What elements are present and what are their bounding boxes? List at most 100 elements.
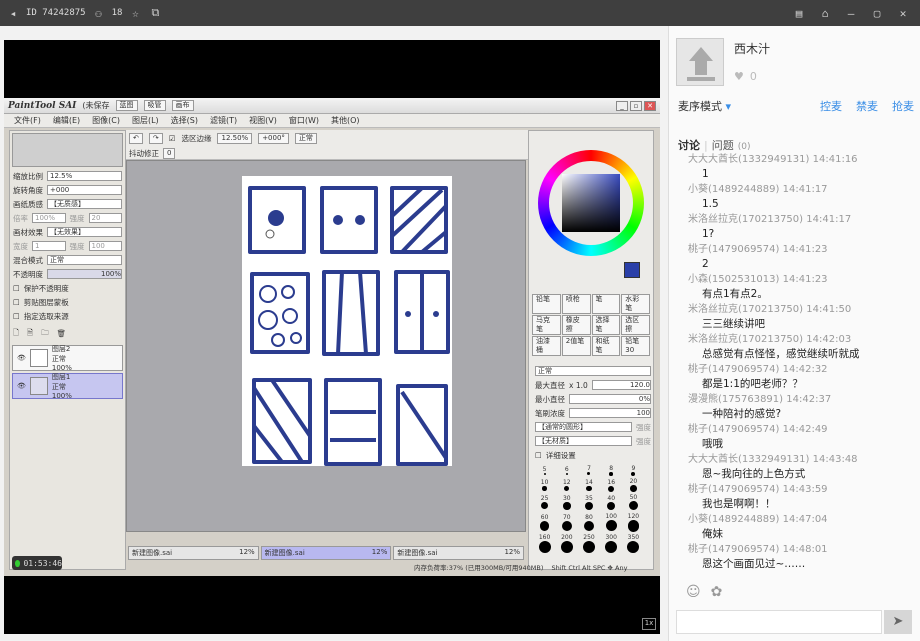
doc-tab[interactable]: 新建图像.sai 12% <box>128 546 259 560</box>
density-field[interactable]: 100 <box>569 408 651 418</box>
brush-size-option[interactable]: 5 <box>534 464 555 477</box>
menu-edit[interactable]: 编辑(E) <box>53 115 80 126</box>
brush-size-option[interactable]: 30 <box>556 494 577 512</box>
doc-tab[interactable]: 新建图像.sai 12% <box>393 546 525 560</box>
brush-size-option[interactable]: 14 <box>578 478 599 493</box>
menu-image[interactable]: 图像(C) <box>92 115 120 126</box>
rotation-select[interactable]: +000° <box>258 132 289 144</box>
brush-bucket[interactable]: 油漆桶 <box>532 336 561 356</box>
delete-layer-icon[interactable]: 🗑 <box>57 329 67 338</box>
layer-row[interactable]: 👁 图层2 正常 100% <box>12 345 123 372</box>
doc-tab-active[interactable]: 新建图像.sai 12% <box>260 546 392 560</box>
chat-user[interactable]: 米洛丝拉克(170213750) <box>688 214 803 225</box>
sai-close-icon[interactable]: ✕ <box>644 100 656 111</box>
star-icon[interactable]: ☆ <box>128 6 142 20</box>
brush-washi[interactable]: 和纸笔 <box>591 336 621 356</box>
menu-view[interactable]: 视图(V) <box>249 115 277 126</box>
brush-size-option[interactable]: 60 <box>534 512 555 532</box>
stabilizer-select[interactable]: 0 <box>163 147 176 159</box>
navigator-thumbnail[interactable] <box>12 133 123 167</box>
brush-shape-select[interactable]: 【通常的圆形】 <box>535 422 632 432</box>
tool-tab-picker[interactable]: 吸管 <box>143 100 166 111</box>
min-size-field[interactable]: 0% <box>569 394 651 404</box>
brush-size-option[interactable]: 6 <box>556 464 577 477</box>
paper-width-field[interactable]: 1 <box>32 241 66 251</box>
mode-select[interactable]: 正常 <box>294 132 317 144</box>
avatar[interactable] <box>676 38 724 86</box>
max-size-field[interactable]: 120.0 <box>591 380 651 390</box>
sai-minimize-icon[interactable]: _ <box>616 100 628 111</box>
brush-pencil30[interactable]: 铅笔30 <box>621 336 650 356</box>
brush-size-option[interactable]: 9 <box>623 464 644 477</box>
menu-window[interactable]: 窗口(W) <box>289 115 319 126</box>
brush-size-option[interactable]: 10 <box>534 478 555 493</box>
brush-size-option[interactable]: 70 <box>556 512 577 532</box>
mic-mode-select[interactable]: 麦序模式 ▾ <box>678 98 731 114</box>
sai-restore-icon[interactable]: ▫ <box>630 100 642 111</box>
brush-size-option[interactable]: 350 <box>623 533 644 554</box>
chat-user[interactable]: 米洛丝拉克(170213750) <box>688 334 803 345</box>
eye-icon[interactable]: 👁 <box>17 382 26 390</box>
brush-watercolor[interactable]: 水彩笔 <box>621 294 650 314</box>
brush-airbrush[interactable]: 喷枪 <box>561 294 591 314</box>
paper-effect-strength-field[interactable]: 100 <box>88 241 122 251</box>
rotate-field[interactable]: +000 <box>47 185 122 195</box>
emoji-icon[interactable]: ☺ <box>686 584 701 600</box>
close-icon[interactable]: ✕ <box>896 6 910 20</box>
layer-row-selected[interactable]: 👁 图层1 正常 100% <box>12 373 123 400</box>
menu-filter[interactable]: 滤镜(T) <box>210 115 237 126</box>
chat-user[interactable]: 桃子(1479069574) <box>688 484 779 495</box>
select-source-checkbox[interactable]: ☐ <box>13 312 20 321</box>
drawing-paper[interactable] <box>242 176 452 466</box>
fullscreen-button[interactable]: 1x <box>642 618 656 630</box>
paper-strength-field[interactable]: 20 <box>88 213 122 223</box>
color-saturation-square[interactable] <box>562 174 620 232</box>
brush-size-option[interactable]: 160 <box>534 533 555 554</box>
brush-size-option[interactable]: 8 <box>601 464 622 477</box>
brush-select-pen[interactable]: 选择笔 <box>591 315 621 335</box>
chat-input[interactable] <box>676 610 882 634</box>
chat-user[interactable]: 桃子(1479069574) <box>688 244 779 255</box>
control-mic-link[interactable]: 控麦 <box>820 98 842 114</box>
grab-mic-link[interactable]: 抢麦 <box>892 98 914 114</box>
chat-user[interactable]: 桃子(1479069574) <box>688 544 779 555</box>
chat-user[interactable]: 米洛丝拉克(170213750) <box>688 304 803 315</box>
paper-texture-select[interactable]: 【无质感】 <box>47 199 122 209</box>
menu-other[interactable]: 其他(O) <box>331 115 360 126</box>
chat-user[interactable]: 小森(1502531013) <box>688 274 779 285</box>
tool-tab-draft[interactable]: 蓝图 <box>115 100 138 111</box>
brush-size-option[interactable]: 40 <box>601 494 622 512</box>
menu-select[interactable]: 选择(S) <box>171 115 198 126</box>
notes-icon[interactable]: ▤ <box>792 6 806 20</box>
brush-texture-select[interactable]: 【无材质】 <box>535 436 632 446</box>
tab-discuss[interactable]: 讨论 <box>678 137 700 153</box>
chat-user[interactable]: 大大大酋长(1332949131) <box>688 154 809 165</box>
brush-size-option[interactable]: 7 <box>578 464 599 477</box>
chat-user[interactable]: 漫漫熊(175763891) <box>688 394 783 405</box>
opacity-slider[interactable]: 100% <box>47 269 122 279</box>
brush-size-option[interactable]: 25 <box>534 494 555 512</box>
brush-blend-select[interactable]: 正常 <box>535 366 651 376</box>
brush-size-option[interactable]: 100 <box>601 512 622 532</box>
foreground-color-swatch[interactable] <box>624 262 640 278</box>
blend-mode-select[interactable]: 正常 <box>47 255 122 265</box>
brush-pencil[interactable]: 铅笔 <box>532 294 561 314</box>
new-folder-icon[interactable]: 🗀 <box>41 327 49 340</box>
brush-marker[interactable]: 马克笔 <box>532 315 561 335</box>
tab-question[interactable]: 问题 <box>712 137 734 153</box>
brush-size-option[interactable]: 200 <box>556 533 577 554</box>
brush-binary[interactable]: 2值笔 <box>561 336 591 356</box>
brush-pen[interactable]: 笔 <box>591 294 621 314</box>
share-icon[interactable]: ⧉ <box>148 6 162 20</box>
redo-icon[interactable]: ↷ <box>148 132 163 144</box>
chat-user[interactable]: 桃子(1479069574) <box>688 364 779 375</box>
clip-mask-checkbox[interactable]: ☐ <box>13 298 20 307</box>
brush-size-option[interactable]: 120 <box>623 512 644 532</box>
chat-user[interactable]: 大大大酋长(1332949131) <box>688 454 809 465</box>
color-wheel[interactable] <box>538 150 644 256</box>
menu-layer[interactable]: 图层(L) <box>132 115 159 126</box>
heart-icon[interactable]: ♥ <box>734 70 744 83</box>
new-layer-icon[interactable]: 🗋 <box>13 327 19 340</box>
chat-user[interactable]: 桃子(1479069574) <box>688 424 779 435</box>
mute-mic-link[interactable]: 禁麦 <box>856 98 878 114</box>
